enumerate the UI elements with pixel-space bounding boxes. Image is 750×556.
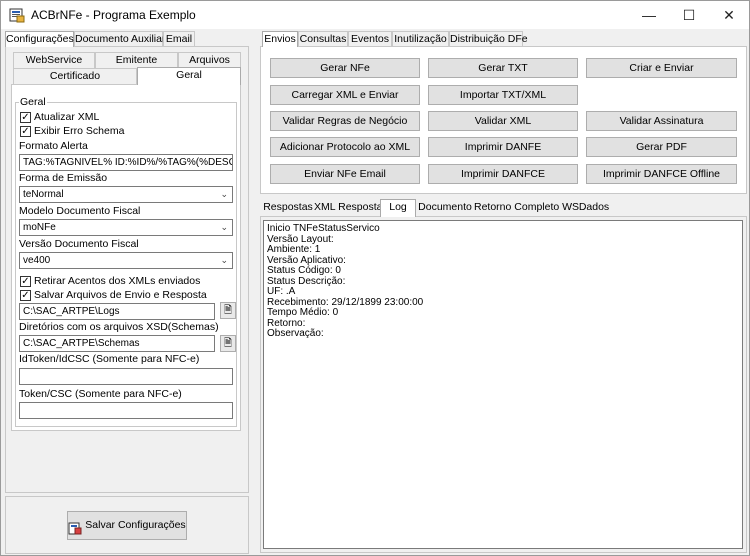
salvar-arquivos-checkbox[interactable]: ✓ [20,290,31,301]
tab-documento[interactable]: Documento [418,200,472,216]
folder-icon: 🗎 [223,305,233,316]
enviar-nfe-email-button[interactable]: Enviar NFe Email [270,164,420,184]
retirar-acentos-label: Retirar Acentos dos XMLs enviados [34,275,201,287]
tab-consultas[interactable]: Consultas [298,31,348,47]
log-line: UF: .A [267,286,296,297]
browse-logs-button[interactable]: 🗎 [220,302,236,319]
logs-path-input[interactable]: C:\SAC_ARTPE\Logs [19,303,215,320]
importar-txt-xml-button[interactable]: Importar TXT/XML [428,85,578,105]
chevron-down-icon: ⌄ [220,222,228,232]
tab-envios[interactable]: Envios [262,31,298,47]
close-button[interactable]: ✕ [709,1,749,29]
chevron-down-icon: ⌄ [220,189,228,199]
forma-emissao-select[interactable]: teNormal ⌄ [19,186,233,203]
close-icon: ✕ [723,7,735,23]
save-config-button[interactable]: Salvar Configurações [67,511,187,540]
minimize-icon: — [642,7,656,23]
formato-alerta-label: Formato Alerta [19,140,88,152]
tab-arquivos[interactable]: Arquivos [178,52,241,68]
versao-value: ve400 [23,255,51,266]
schemas-path-input[interactable]: C:\SAC_ARTPE\Schemas [19,335,215,352]
criar-enviar-button[interactable]: Criar e Enviar [586,58,737,78]
main-window: ACBrNFe - Programa Exemplo — ☐ ✕ Configu… [0,0,750,556]
tab-distribuicao-dfe[interactable]: Distribuição DFe [449,31,528,47]
versao-select[interactable]: ve400 ⌄ [19,252,233,269]
tab-eventos[interactable]: Eventos [348,31,392,47]
imprimir-danfe-button[interactable]: Imprimir DANFE [428,137,578,157]
salvar-arquivos-label: Salvar Arquivos de Envio e Resposta [34,289,207,301]
log-memo[interactable]: Inicio TNFeStatusServico Versão Layout: … [263,220,743,549]
tab-dados[interactable]: Dados [577,200,611,216]
tab-respostas[interactable]: Respostas [262,200,314,216]
adicionar-protocolo-button[interactable]: Adicionar Protocolo ao XML [270,137,420,157]
atualizar-xml-checkbox[interactable]: ✓ [20,112,31,123]
imprimir-danfce-button[interactable]: Imprimir DANFCE [428,164,578,184]
folder-icon: 🗎 [223,338,233,349]
log-line: Versão Layout: [267,233,334,245]
save-icon [68,519,82,535]
tab-geral[interactable]: Geral [137,67,241,85]
save-config-label: Salvar Configurações [85,519,186,531]
retirar-acentos-checkbox[interactable]: ✓ [20,276,31,287]
log-line: Status Descrição: [267,275,346,287]
validar-regras-button[interactable]: Validar Regras de Negócio [270,111,420,131]
formato-alerta-input[interactable]: TAG:%TAGNIVEL% ID:%ID%/%TAG%(%DESCRI [19,154,233,171]
tab-retorno-completo-ws[interactable]: Retorno Completo WS [474,200,579,216]
versao-label: Versão Documento Fiscal [19,238,139,250]
tab-configuracoes[interactable]: Configurações [5,31,74,47]
tab-inutilizacao[interactable]: Inutilização [392,31,449,47]
tab-documento-auxiliar[interactable]: Documento Auxiliar [74,31,165,47]
validar-assinatura-button[interactable]: Validar Assinatura [586,111,737,131]
token-input[interactable] [19,402,233,419]
exibir-erro-checkbox[interactable]: ✓ [20,126,31,137]
forma-emissao-label: Forma de Emissão [19,172,108,184]
tab-log[interactable]: Log [380,199,416,217]
carregar-xml-enviar-button[interactable]: Carregar XML e Enviar [270,85,420,105]
forma-emissao-value: teNormal [23,189,64,200]
log-line: Inicio TNFeStatusServico [267,223,380,234]
idtoken-label: IdToken/IdCSC (Somente para NFC-e) [19,353,200,365]
modelo-label: Modelo Documento Fiscal [19,205,141,217]
app-icon [9,7,25,23]
gerar-nfe-button[interactable]: Gerar NFe [270,58,420,78]
tab-webservice[interactable]: WebService [13,52,95,68]
atualizar-xml-label: Atualizar XML [34,111,100,123]
maximize-icon: ☐ [682,7,696,23]
tab-certificado[interactable]: Certificado [13,68,137,84]
token-label: Token/CSC (Somente para NFC-e) [19,388,182,400]
geral-group-label: Geral [19,96,47,108]
log-line: Ambiente: 1 [267,244,321,255]
gerar-txt-button[interactable]: Gerar TXT [428,58,578,78]
exibir-erro-label: Exibir Erro Schema [34,125,125,137]
log-line: Observação: [267,328,324,339]
modelo-value: moNFe [23,222,56,233]
tab-email[interactable]: Email [163,31,195,47]
log-line: Status Código: 0 [267,265,341,276]
idtoken-input[interactable] [19,368,233,385]
imprimir-danfce-offline-button[interactable]: Imprimir DANFCE Offline [586,164,737,184]
log-content: Inicio TNFeStatusServico Versão Layout: … [264,221,742,343]
log-line: Retorno: [267,317,306,329]
chevron-down-icon: ⌄ [220,255,228,265]
schemas-label: Diretórios com os arquivos XSD(Schemas) [19,321,219,333]
window-title: ACBrNFe - Programa Exemplo [31,8,196,22]
modelo-select[interactable]: moNFe ⌄ [19,219,233,236]
validar-xml-button[interactable]: Validar XML [428,111,578,131]
gerar-pdf-button[interactable]: Gerar PDF [586,137,737,157]
tab-emitente[interactable]: Emitente [95,52,178,68]
minimize-button[interactable]: — [629,1,669,29]
title-bar: ACBrNFe - Programa Exemplo — ☐ ✕ [1,1,749,29]
maximize-button[interactable]: ☐ [669,1,709,29]
log-line: Tempo Médio: 0 [267,307,339,318]
browse-schemas-button[interactable]: 🗎 [220,335,236,352]
tab-xml-resposta[interactable]: XML Resposta [314,200,382,216]
